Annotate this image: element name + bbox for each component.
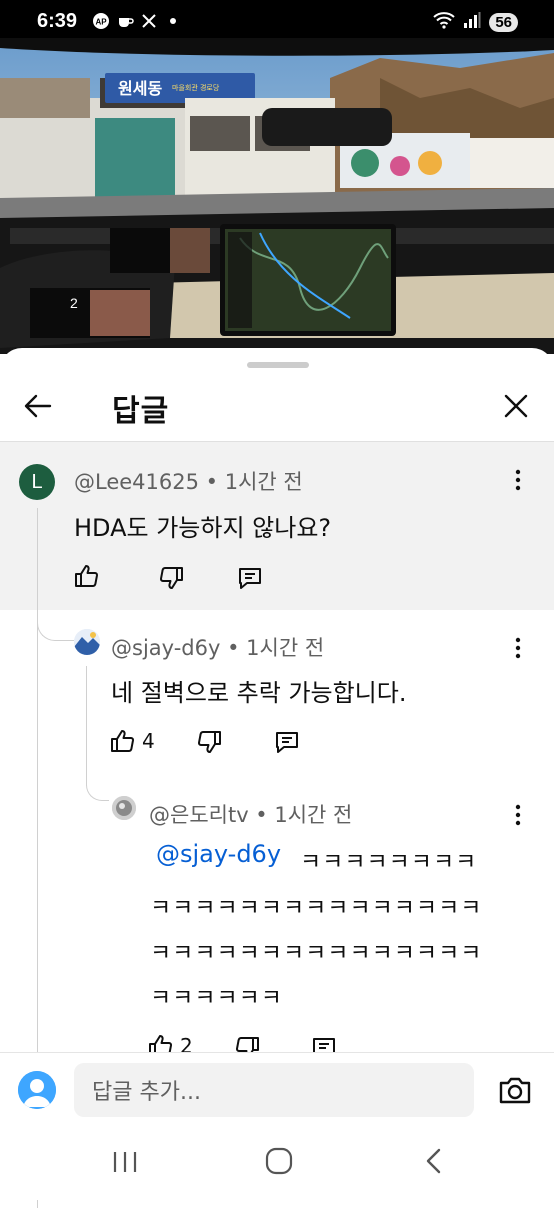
app-badge-icon: AP bbox=[92, 12, 110, 30]
comment-icon bbox=[313, 1038, 335, 1052]
page-title: 답글 bbox=[112, 394, 170, 429]
avatar-letter: L bbox=[31, 470, 43, 493]
x-icon bbox=[140, 12, 158, 30]
comment-text: HDA도 가능하지 않나요? bbox=[74, 514, 332, 542]
parent-comment: L @Lee41625 • 1시간 전 HDA도 가능하지 않나요? bbox=[0, 442, 554, 610]
thumbs-up-icon bbox=[75, 565, 98, 587]
thread-connector-nested bbox=[86, 768, 109, 801]
comment-meta: @sjay-d6y • 1시간 전 bbox=[111, 632, 324, 662]
reply-button[interactable] bbox=[236, 564, 264, 592]
status-time: 6:39 bbox=[37, 10, 78, 32]
reply-button[interactable] bbox=[310, 1034, 338, 1052]
more-options-icon[interactable] bbox=[508, 468, 528, 492]
like-count: 2 bbox=[180, 1034, 193, 1052]
comment-meta: @은도리tv • 1시간 전 bbox=[149, 799, 352, 829]
dislike-button[interactable] bbox=[196, 728, 224, 756]
recent-apps-icon[interactable] bbox=[105, 1144, 145, 1178]
reply-composer: 답글 추가... bbox=[0, 1052, 554, 1131]
more-options-icon[interactable] bbox=[508, 803, 528, 827]
comment-text-line-4: ㅋㅋㅋㅋㅋㅋ bbox=[150, 985, 283, 1011]
comment-text: 네 절벽으로 추락 가능합니다. bbox=[111, 679, 407, 707]
dislike-button[interactable] bbox=[158, 564, 186, 592]
system-nav-bar bbox=[0, 1130, 554, 1200]
meta-separator: • bbox=[220, 636, 247, 660]
comment-author[interactable]: @sjay-d6y bbox=[111, 636, 220, 660]
avatar[interactable] bbox=[112, 796, 136, 820]
clipped-actions: 2 bbox=[0, 1020, 554, 1052]
thread-connector bbox=[37, 598, 74, 641]
like-button[interactable]: 2 bbox=[146, 1032, 193, 1052]
dot-icon bbox=[164, 12, 182, 30]
reply-input[interactable]: 답글 추가... bbox=[74, 1063, 474, 1117]
comment-author[interactable]: @은도리tv bbox=[149, 803, 249, 827]
comment-time: 1시간 전 bbox=[224, 470, 303, 494]
like-button[interactable]: 4 bbox=[108, 727, 155, 755]
camera-icon[interactable] bbox=[496, 1071, 534, 1109]
comment-first-line: @sjay-d6y bbox=[156, 840, 281, 868]
thumbs-down-icon bbox=[160, 567, 183, 589]
comment-text-line-3: ㅋㅋㅋㅋㅋㅋㅋㅋㅋㅋㅋㅋㅋㅋㅋ bbox=[150, 940, 483, 966]
thumbs-down-icon bbox=[198, 731, 221, 753]
battery-level: 56 bbox=[489, 12, 518, 32]
sheet-header: 답글 bbox=[0, 374, 554, 442]
comment-author[interactable]: @Lee41625 bbox=[74, 470, 199, 494]
comment-icon bbox=[239, 568, 261, 589]
comment-text-line-1: ㅋㅋㅋㅋㅋㅋㅋㅋ bbox=[300, 849, 478, 875]
signal-icon bbox=[463, 11, 481, 33]
user-avatar[interactable] bbox=[18, 1071, 56, 1109]
like-button[interactable] bbox=[72, 562, 100, 590]
thumbs-up-icon bbox=[149, 1035, 172, 1052]
comment-time: 1시간 전 bbox=[274, 803, 353, 827]
drag-handle[interactable] bbox=[247, 362, 309, 368]
video-frame: 원세동 마을회관 경로당 2 bbox=[0, 38, 554, 354]
comment-time: 1시간 전 bbox=[246, 636, 325, 660]
svg-text:AP: AP bbox=[95, 18, 107, 27]
close-icon[interactable] bbox=[500, 390, 532, 422]
wifi-icon bbox=[433, 11, 455, 33]
thumbs-up-icon bbox=[111, 730, 134, 752]
svg-text:2: 2 bbox=[70, 295, 78, 311]
reply-button[interactable] bbox=[273, 728, 301, 756]
back-nav-icon[interactable] bbox=[415, 1144, 455, 1178]
sign-text: 원세동 bbox=[118, 79, 162, 98]
home-icon[interactable] bbox=[259, 1144, 299, 1178]
comment-icon bbox=[276, 732, 298, 753]
more-options-icon[interactable] bbox=[508, 636, 528, 660]
avatar[interactable] bbox=[74, 629, 100, 655]
avatar[interactable]: L bbox=[19, 464, 55, 500]
meta-separator: • bbox=[198, 470, 225, 494]
dislike-button[interactable] bbox=[234, 1034, 262, 1052]
mention-link[interactable]: @sjay-d6y bbox=[156, 840, 281, 868]
back-arrow-icon[interactable] bbox=[22, 390, 54, 422]
coffee-icon bbox=[116, 12, 134, 30]
thumbs-down-icon bbox=[236, 1037, 259, 1052]
like-count: 4 bbox=[142, 729, 155, 753]
comment-meta: @Lee41625 • 1시간 전 bbox=[74, 466, 303, 496]
video-player[interactable]: 원세동 마을회관 경로당 2 bbox=[0, 38, 554, 354]
reply-input-placeholder: 답글 추가... bbox=[92, 1080, 201, 1105]
comment-text-line-2: ㅋㅋㅋㅋㅋㅋㅋㅋㅋㅋㅋㅋㅋㅋㅋ bbox=[150, 895, 483, 921]
meta-separator: • bbox=[248, 803, 275, 827]
sign-subtext: 마을회관 경로당 bbox=[172, 83, 220, 92]
